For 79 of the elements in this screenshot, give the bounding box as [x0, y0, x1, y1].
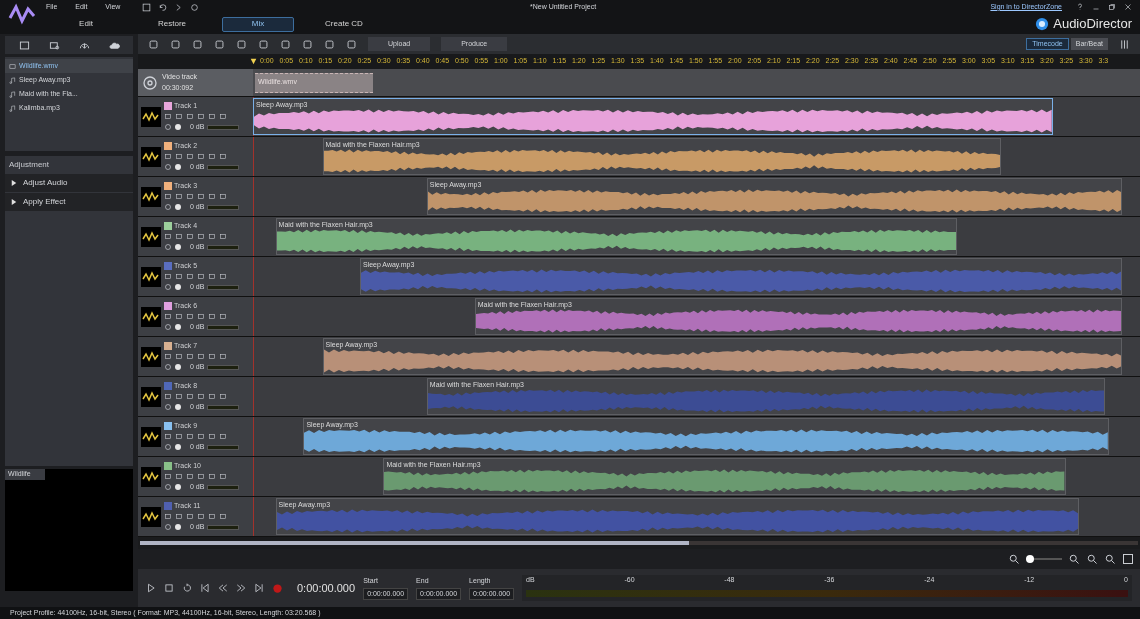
expand-arrow-icon — [11, 180, 17, 186]
pan-knob[interactable] — [175, 164, 181, 171]
current-time: 0:00:00.000 — [297, 580, 356, 596]
fast-forward-icon[interactable] — [236, 583, 246, 593]
waveform-icon — [141, 186, 161, 207]
level-meter — [207, 284, 240, 290]
expand-arrow-icon — [11, 199, 17, 205]
level-meter — [207, 484, 240, 490]
waveform-icon — [141, 466, 161, 487]
pan-knob[interactable] — [175, 404, 181, 411]
waveform-icon — [141, 506, 161, 527]
pan-knob[interactable] — [175, 204, 181, 211]
waveform-icon — [141, 106, 161, 127]
rewind-icon[interactable] — [218, 583, 228, 593]
level-meter — [207, 324, 240, 330]
video-icon[interactable] — [9, 62, 16, 70]
waveform-icon — [141, 266, 161, 287]
panel-title: Adjustment — [8, 159, 51, 171]
pan-knob[interactable] — [175, 124, 181, 131]
mode-tab[interactable]: Edit — [50, 16, 122, 32]
loop-icon[interactable] — [182, 583, 192, 593]
close-icon[interactable] — [1124, 3, 1132, 11]
track-color-swatch[interactable] — [164, 421, 172, 430]
pan-knob[interactable] — [175, 244, 181, 251]
brand-logo-icon — [1035, 17, 1050, 31]
waveform-icon — [141, 426, 161, 447]
mode-tab[interactable]: Restore — [136, 16, 208, 32]
track-color-swatch[interactable] — [164, 381, 172, 390]
pan-knob[interactable] — [175, 444, 181, 451]
undo-icon[interactable] — [158, 2, 168, 12]
track-color-swatch[interactable] — [164, 341, 172, 350]
mode-tab[interactable]: Mix — [222, 16, 294, 32]
pan-knob[interactable] — [175, 484, 181, 491]
redo-icon[interactable] — [174, 2, 184, 12]
level-meter — [207, 164, 240, 170]
zoom-slider-thumb[interactable] — [1025, 555, 1034, 563]
level-meter — [207, 444, 240, 450]
pan-knob[interactable] — [175, 364, 181, 371]
track-color-swatch[interactable] — [164, 181, 172, 190]
track-color-swatch[interactable] — [164, 141, 172, 150]
cloud-icon[interactable] — [108, 39, 120, 51]
playhead-icon[interactable] — [250, 58, 257, 65]
horizontal-scrollbar[interactable] — [140, 541, 1138, 545]
level-meter — [207, 524, 240, 530]
waveform-icon — [141, 306, 161, 327]
pan-knob[interactable] — [175, 284, 181, 291]
level-meter — [207, 404, 240, 410]
track-color-swatch[interactable] — [164, 101, 172, 110]
app-logo-icon — [8, 3, 38, 25]
track-color-swatch[interactable] — [164, 261, 172, 270]
level-meter — [207, 204, 240, 210]
track-color-swatch[interactable] — [164, 301, 172, 310]
skip-forward-icon[interactable] — [254, 583, 264, 593]
skip-back-icon[interactable] — [200, 583, 210, 593]
music-note-icon[interactable] — [9, 90, 16, 98]
restore-icon[interactable] — [1108, 3, 1116, 11]
music-note-icon[interactable] — [9, 104, 16, 112]
level-meter — [207, 364, 240, 370]
waveform-icon — [141, 226, 161, 247]
waveform-icon — [141, 386, 161, 407]
track-color-swatch[interactable] — [164, 501, 172, 510]
music-note-icon[interactable] — [9, 76, 16, 84]
mode-tab[interactable]: Create CD — [308, 16, 380, 32]
track-color-swatch[interactable] — [164, 221, 172, 230]
level-meter — [207, 124, 240, 130]
film-reel-icon[interactable] — [142, 74, 158, 91]
waveform-icon — [141, 346, 161, 367]
stop-icon[interactable] — [164, 583, 174, 593]
track-color-swatch[interactable] — [164, 461, 172, 470]
pan-knob[interactable] — [175, 324, 181, 331]
adjustment-item[interactable]: Adjust Audio — [5, 174, 133, 192]
help-icon[interactable] — [1076, 3, 1084, 11]
pan-knob[interactable] — [175, 524, 181, 531]
adjustment-item[interactable]: Apply Effect — [5, 193, 133, 211]
mixer-icon[interactable] — [1119, 38, 1130, 50]
play-icon[interactable] — [146, 583, 156, 593]
waveform-icon — [141, 146, 161, 167]
brand-name: AudioDirector — [1053, 15, 1132, 34]
level-meter — [207, 244, 240, 250]
